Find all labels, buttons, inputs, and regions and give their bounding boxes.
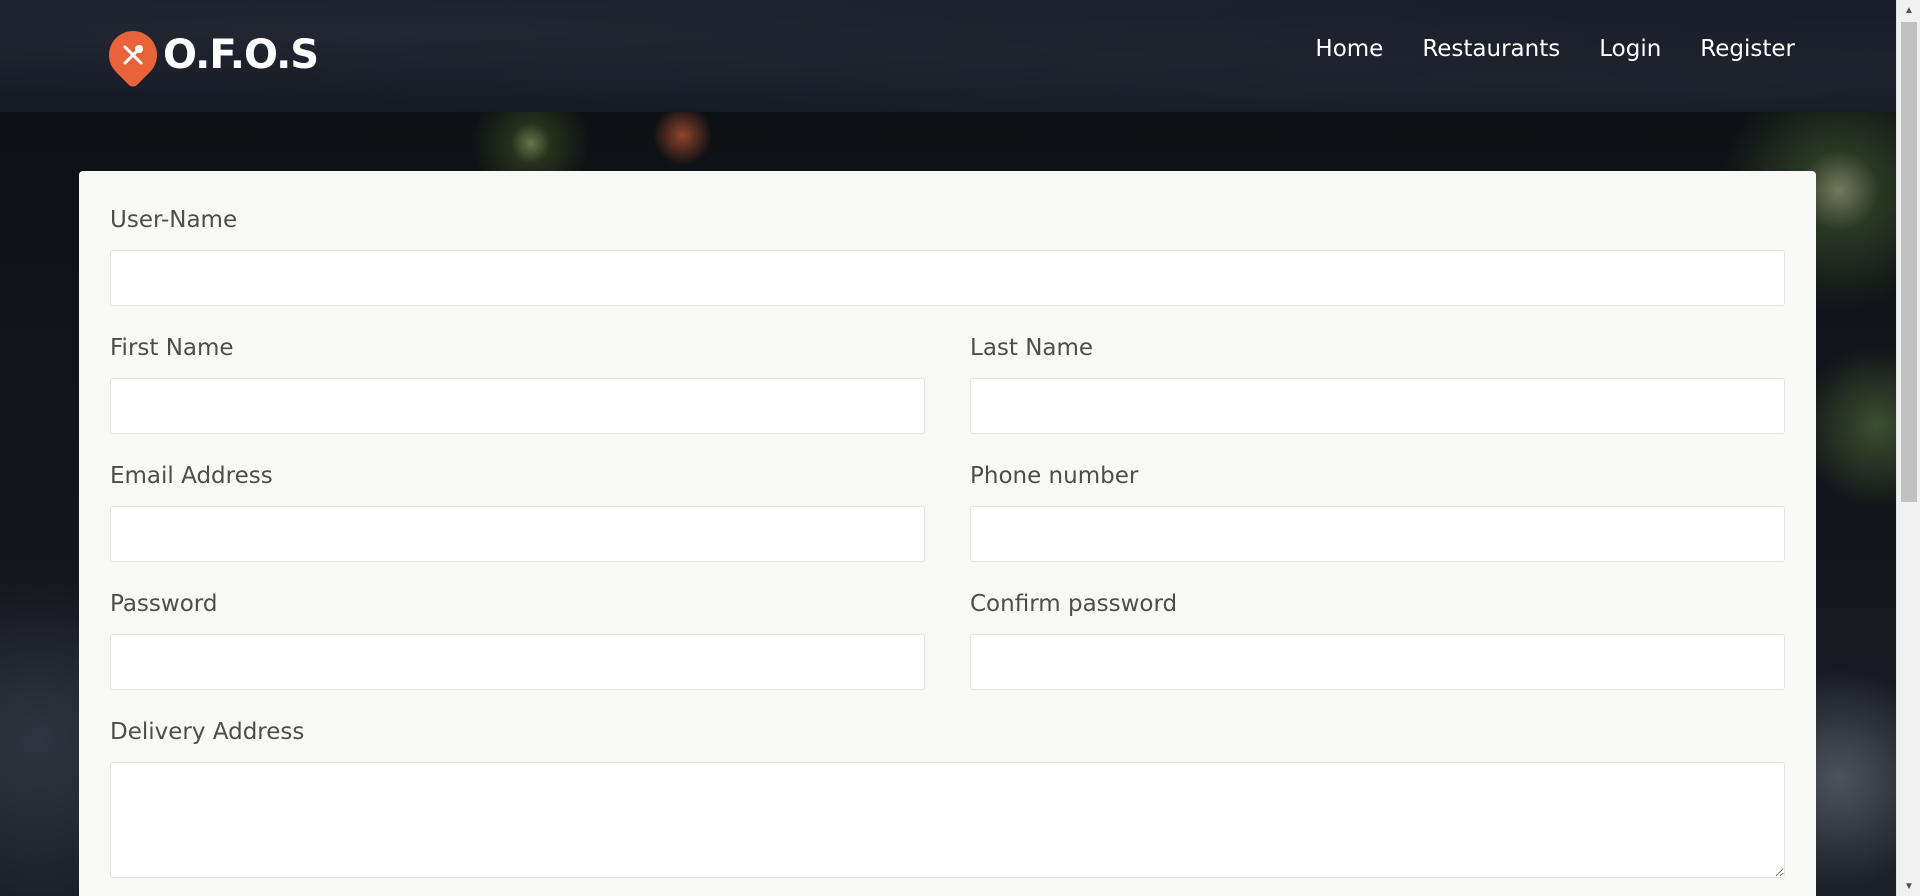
email-field[interactable]: [110, 506, 925, 562]
nav-register[interactable]: Register: [1700, 36, 1795, 62]
phone-label: Phone number: [970, 463, 1139, 489]
main-nav: Home Restaurants Login Register: [1315, 36, 1795, 62]
confirm-password-field[interactable]: [970, 634, 1785, 690]
email-label: Email Address: [110, 463, 273, 489]
nav-login[interactable]: Login: [1599, 36, 1661, 62]
nav-restaurants[interactable]: Restaurants: [1422, 36, 1560, 62]
brand-logo[interactable]: O.F.O.S: [99, 21, 319, 89]
nav-home[interactable]: Home: [1315, 36, 1383, 62]
delivery-address-field[interactable]: [110, 762, 1785, 878]
password-field[interactable]: [110, 634, 925, 690]
top-navbar: O.F.O.S Home Restaurants Login Register: [0, 0, 1896, 112]
scroll-up-arrow-icon[interactable]: ▲: [1897, 0, 1920, 20]
phone-field[interactable]: [970, 506, 1785, 562]
registration-form: User-Name First Name Last Name Email Add…: [79, 171, 1816, 896]
first-name-field[interactable]: [110, 378, 925, 434]
vertical-scrollbar[interactable]: ▲ ▼: [1896, 0, 1920, 896]
last-name-label: Last Name: [970, 335, 1094, 361]
username-field[interactable]: [110, 250, 1785, 306]
password-label: Password: [110, 591, 218, 617]
delivery-address-label: Delivery Address: [110, 719, 305, 745]
brand-name: O.F.O.S: [163, 32, 319, 78]
username-label: User-Name: [110, 207, 238, 233]
scroll-down-arrow-icon[interactable]: ▼: [1897, 876, 1920, 896]
utensils-pin-icon: [99, 21, 167, 89]
scroll-thumb[interactable]: [1901, 22, 1917, 502]
first-name-label: First Name: [110, 335, 234, 361]
last-name-field[interactable]: [970, 378, 1785, 434]
confirm-password-label: Confirm password: [970, 591, 1178, 617]
